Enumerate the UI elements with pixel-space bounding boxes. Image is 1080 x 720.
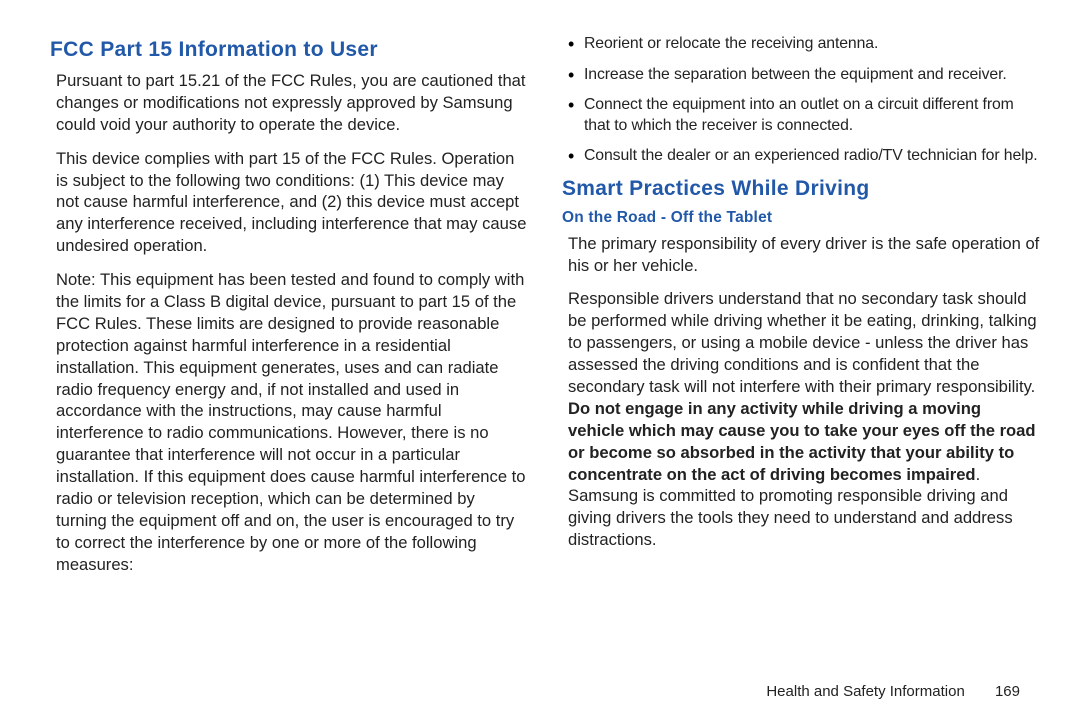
measures-list: Reorient or relocate the receiving anten…: [562, 34, 1040, 167]
paragraph: Note: This equipment has been tested and…: [50, 269, 528, 575]
list-item: Reorient or relocate the receiving anten…: [568, 34, 1040, 55]
paragraph: Pursuant to part 15.21 of the FCC Rules,…: [50, 70, 528, 136]
bold-text: Do not engage in any activity while driv…: [568, 399, 1036, 484]
list-item: Connect the equipment into an outlet on …: [568, 95, 1040, 136]
manual-page: FCC Part 15 Information to User Pursuant…: [0, 0, 1080, 680]
page-number: 169: [995, 683, 1020, 700]
left-column: FCC Part 15 Information to User Pursuant…: [50, 34, 528, 668]
list-item: Increase the separation between the equi…: [568, 65, 1040, 86]
paragraph: The primary responsibility of every driv…: [562, 233, 1040, 277]
paragraph: Responsible drivers understand that no s…: [562, 288, 1040, 551]
page-footer: Health and Safety Information 169: [766, 683, 1020, 700]
text-run: Responsible drivers understand that no s…: [568, 289, 1037, 396]
list-item: Consult the dealer or an experienced rad…: [568, 146, 1040, 167]
footer-section-label: Health and Safety Information: [766, 683, 964, 700]
right-column: Reorient or relocate the receiving anten…: [562, 34, 1040, 668]
subheading-on-the-road: On the Road - Off the Tablet: [562, 209, 1040, 227]
heading-fcc: FCC Part 15 Information to User: [50, 38, 528, 62]
paragraph: This device complies with part 15 of the…: [50, 148, 528, 257]
heading-smart-practices: Smart Practices While Driving: [562, 177, 1040, 201]
